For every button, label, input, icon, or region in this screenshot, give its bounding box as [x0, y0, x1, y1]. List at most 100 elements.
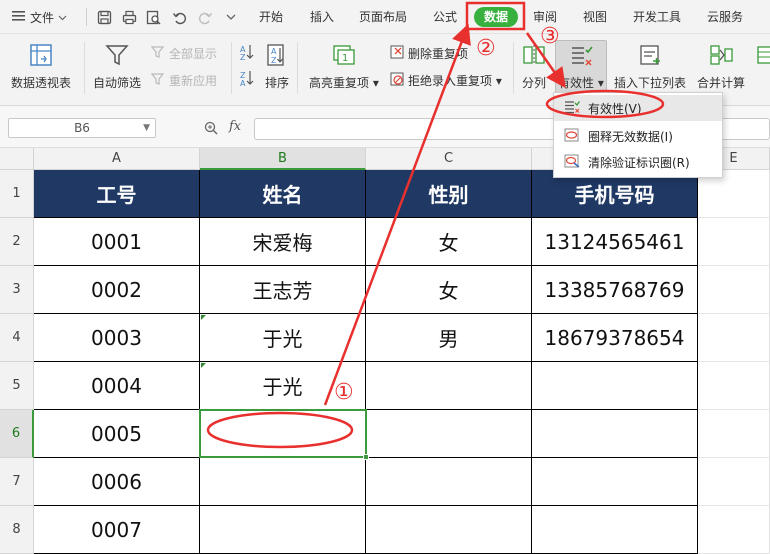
show-all-label: 全部显示 — [169, 47, 218, 61]
sort-button[interactable]: AZ 排序 — [264, 42, 290, 91]
table-cell[interactable] — [698, 266, 770, 314]
row-header-2[interactable]: 2 — [0, 218, 34, 266]
sort-ascending-icon[interactable]: AZ — [240, 44, 254, 60]
table-cell[interactable] — [698, 458, 770, 506]
text-to-columns-button[interactable]: 分列 — [521, 42, 547, 91]
table-cell[interactable]: 13385768769 — [532, 266, 698, 314]
menu-item-clear-circles[interactable]: 清除验证标识圈(R) — [554, 149, 722, 175]
tab-view[interactable]: 视图 — [583, 9, 607, 25]
tab-cloud[interactable]: 云服务 — [707, 9, 743, 25]
tab-insert[interactable]: 插入 — [310, 9, 334, 25]
reapply-button[interactable]: 重新应用 — [150, 72, 217, 89]
table-cell[interactable] — [366, 362, 532, 410]
table-cell[interactable]: 女 — [366, 218, 532, 266]
row-header-1[interactable]: 1 — [0, 170, 34, 218]
name-box[interactable]: B6 ▼ — [8, 118, 156, 138]
delete-duplicates-label: 删除重复项 — [408, 47, 469, 61]
table-header-cell[interactable]: 姓名 — [200, 170, 366, 218]
menu-item-validity[interactable]: 有效性(V) — [554, 95, 722, 121]
zoom-icon[interactable] — [204, 121, 218, 135]
reject-duplicates-button[interactable]: 拒绝录入重复项 ▾ — [390, 72, 502, 89]
table-cell[interactable] — [366, 458, 532, 506]
table-cell[interactable] — [532, 506, 698, 554]
chevron-down-icon[interactable]: ▼ — [143, 119, 150, 137]
fx-icon[interactable]: fx — [229, 119, 241, 134]
filter-icon — [104, 42, 130, 68]
select-all-corner[interactable] — [0, 148, 34, 170]
table-cell[interactable]: 13124565461 — [532, 218, 698, 266]
tab-review[interactable]: 审阅 — [533, 9, 557, 25]
print-preview-icon[interactable] — [145, 9, 161, 25]
table-cell[interactable] — [532, 410, 698, 458]
validity-button[interactable]: 有效性 ▾ — [558, 42, 604, 91]
row-header-5[interactable]: 5 — [0, 362, 34, 410]
row-header-3[interactable]: 3 — [0, 266, 34, 314]
highlight-duplicates-label: 高亮重复项 ▾ — [309, 76, 379, 90]
table-cell[interactable]: 男 — [366, 314, 532, 362]
ribbon-more-button[interactable] — [752, 42, 770, 74]
show-all-button[interactable]: 全部显示 — [150, 45, 218, 62]
autofilter-button[interactable]: 自动筛选 — [93, 42, 141, 91]
redo-icon[interactable] — [197, 9, 213, 25]
highlight-duplicates-icon: 1 — [331, 42, 357, 68]
svg-text:Z: Z — [271, 56, 277, 65]
table-cell[interactable] — [698, 362, 770, 410]
fill-handle[interactable] — [363, 454, 369, 460]
table-cell[interactable]: 宋爱梅 — [200, 218, 366, 266]
table-cell[interactable]: 王志芳 — [200, 266, 366, 314]
filter-clear-icon — [150, 45, 165, 62]
table-cell[interactable] — [366, 410, 532, 458]
pivot-table-icon — [28, 42, 54, 68]
table-cell[interactable]: 0006 — [34, 458, 200, 506]
delete-duplicates-button[interactable]: 删除重复项 — [390, 45, 468, 62]
insert-dropdown-list-button[interactable]: 插入下拉列表 — [614, 42, 686, 91]
table-cell[interactable] — [200, 506, 366, 554]
column-header-b[interactable]: B — [200, 148, 366, 170]
table-cell[interactable]: 0001 — [34, 218, 200, 266]
tab-formulas[interactable]: 公式 — [433, 9, 457, 25]
menu-item-circle-invalid[interactable]: 圈释无效数据(I) — [554, 123, 722, 149]
row-header-7[interactable]: 7 — [0, 458, 34, 506]
row-header-6[interactable]: 6 — [0, 410, 34, 458]
table-cell[interactable]: 18679378654 — [532, 314, 698, 362]
cell-error-indicator — [201, 363, 206, 368]
table-cell[interactable]: 于光 — [200, 314, 366, 362]
save-icon[interactable] — [96, 9, 112, 25]
print-icon[interactable] — [121, 9, 137, 25]
tab-data[interactable]: 数据 — [474, 7, 518, 27]
table-cell[interactable] — [532, 458, 698, 506]
table-cell[interactable]: 0004 — [34, 362, 200, 410]
consolidate-button[interactable]: 合并计算 — [697, 42, 745, 91]
tab-home[interactable]: 开始 — [259, 9, 283, 25]
table-cell[interactable]: 0003 — [34, 314, 200, 362]
undo-icon[interactable] — [171, 9, 187, 25]
customize-quick-access-icon[interactable] — [223, 9, 239, 25]
tab-page-layout[interactable]: 页面布局 — [359, 9, 407, 25]
column-header-a[interactable]: A — [34, 148, 200, 170]
table-cell[interactable] — [200, 458, 366, 506]
table-cell[interactable]: 0005 — [34, 410, 200, 458]
table-cell[interactable]: 0007 — [34, 506, 200, 554]
tab-developer[interactable]: 开发工具 — [633, 9, 681, 25]
table-header-cell[interactable]: 工号 — [34, 170, 200, 218]
table-cell[interactable] — [698, 506, 770, 554]
table-cell[interactable] — [698, 314, 770, 362]
row-header-4[interactable]: 4 — [0, 314, 34, 362]
sort-label: 排序 — [264, 76, 289, 90]
row-header-8[interactable]: 8 — [0, 506, 34, 554]
highlight-duplicates-button[interactable]: 1 高亮重复项 ▾ — [309, 42, 379, 91]
table-header-cell[interactable]: 性别 — [366, 170, 532, 218]
consolidate-label: 合并计算 — [697, 76, 746, 90]
spreadsheet-grid: A B C D E 1 2 3 4 5 6 7 8 工号 姓名 性别 手机号码 … — [0, 148, 770, 554]
table-cell[interactable] — [698, 410, 770, 458]
table-cell[interactable] — [698, 218, 770, 266]
sort-descending-icon[interactable]: ZA — [240, 70, 254, 86]
pivot-table-button[interactable]: 数据透视表 — [11, 42, 71, 91]
table-cell[interactable] — [532, 362, 698, 410]
selected-cell-border[interactable] — [199, 409, 369, 460]
column-header-c[interactable]: C — [366, 148, 532, 170]
file-menu-button[interactable]: 文件 — [12, 8, 67, 26]
table-cell[interactable]: 女 — [366, 266, 532, 314]
table-cell[interactable] — [366, 506, 532, 554]
table-cell[interactable]: 0002 — [34, 266, 200, 314]
